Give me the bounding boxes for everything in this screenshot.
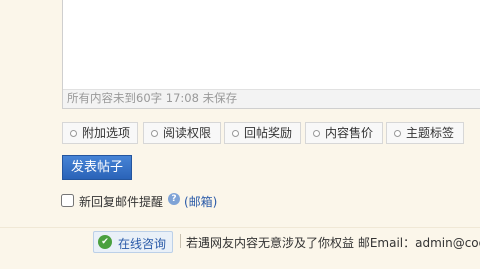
bullet-icon: [394, 130, 401, 137]
option-read-permission[interactable]: 阅读权限: [143, 122, 221, 144]
online-consult-label: 在线咨询: [118, 237, 167, 251]
option-label: 阅读权限: [163, 126, 212, 140]
bullet-icon: [313, 130, 320, 137]
chat-icon: ✔: [98, 235, 112, 249]
option-content-price[interactable]: 内容售价: [305, 122, 383, 144]
option-label: 回帖奖励: [244, 126, 293, 140]
bullet-icon: [70, 130, 77, 137]
editor-area[interactable]: 所有内容未到60字 17:08 未保存: [62, 0, 480, 109]
copyright-notice: 若遇网友内容无意涉及了你权益 邮Email：admin@coov: [186, 236, 480, 250]
option-reply-reward[interactable]: 回帖奖励: [224, 122, 301, 144]
option-label: 附加选项: [82, 126, 131, 140]
mailbox-link[interactable]: (邮箱): [184, 193, 217, 210]
submit-post-button[interactable]: 发表帖子: [62, 155, 132, 180]
option-attach[interactable]: 附加选项: [62, 122, 138, 144]
option-label: 主题标签: [406, 126, 455, 140]
footer-divider: [0, 227, 480, 228]
footer-separator: [180, 234, 181, 248]
editor-status-bar: 所有内容未到60字 17:08 未保存: [63, 89, 480, 108]
bullet-icon: [151, 130, 158, 137]
reply-notify-checkbox[interactable]: [61, 194, 74, 207]
option-label: 内容售价: [325, 126, 374, 140]
bullet-icon: [232, 130, 239, 137]
reply-notify-label[interactable]: 新回复邮件提醒: [79, 193, 163, 210]
question-icon[interactable]: ?: [168, 193, 180, 205]
online-consult-button[interactable]: ✔ 在线咨询: [93, 231, 173, 253]
option-topic-tags[interactable]: 主题标签: [386, 122, 464, 144]
